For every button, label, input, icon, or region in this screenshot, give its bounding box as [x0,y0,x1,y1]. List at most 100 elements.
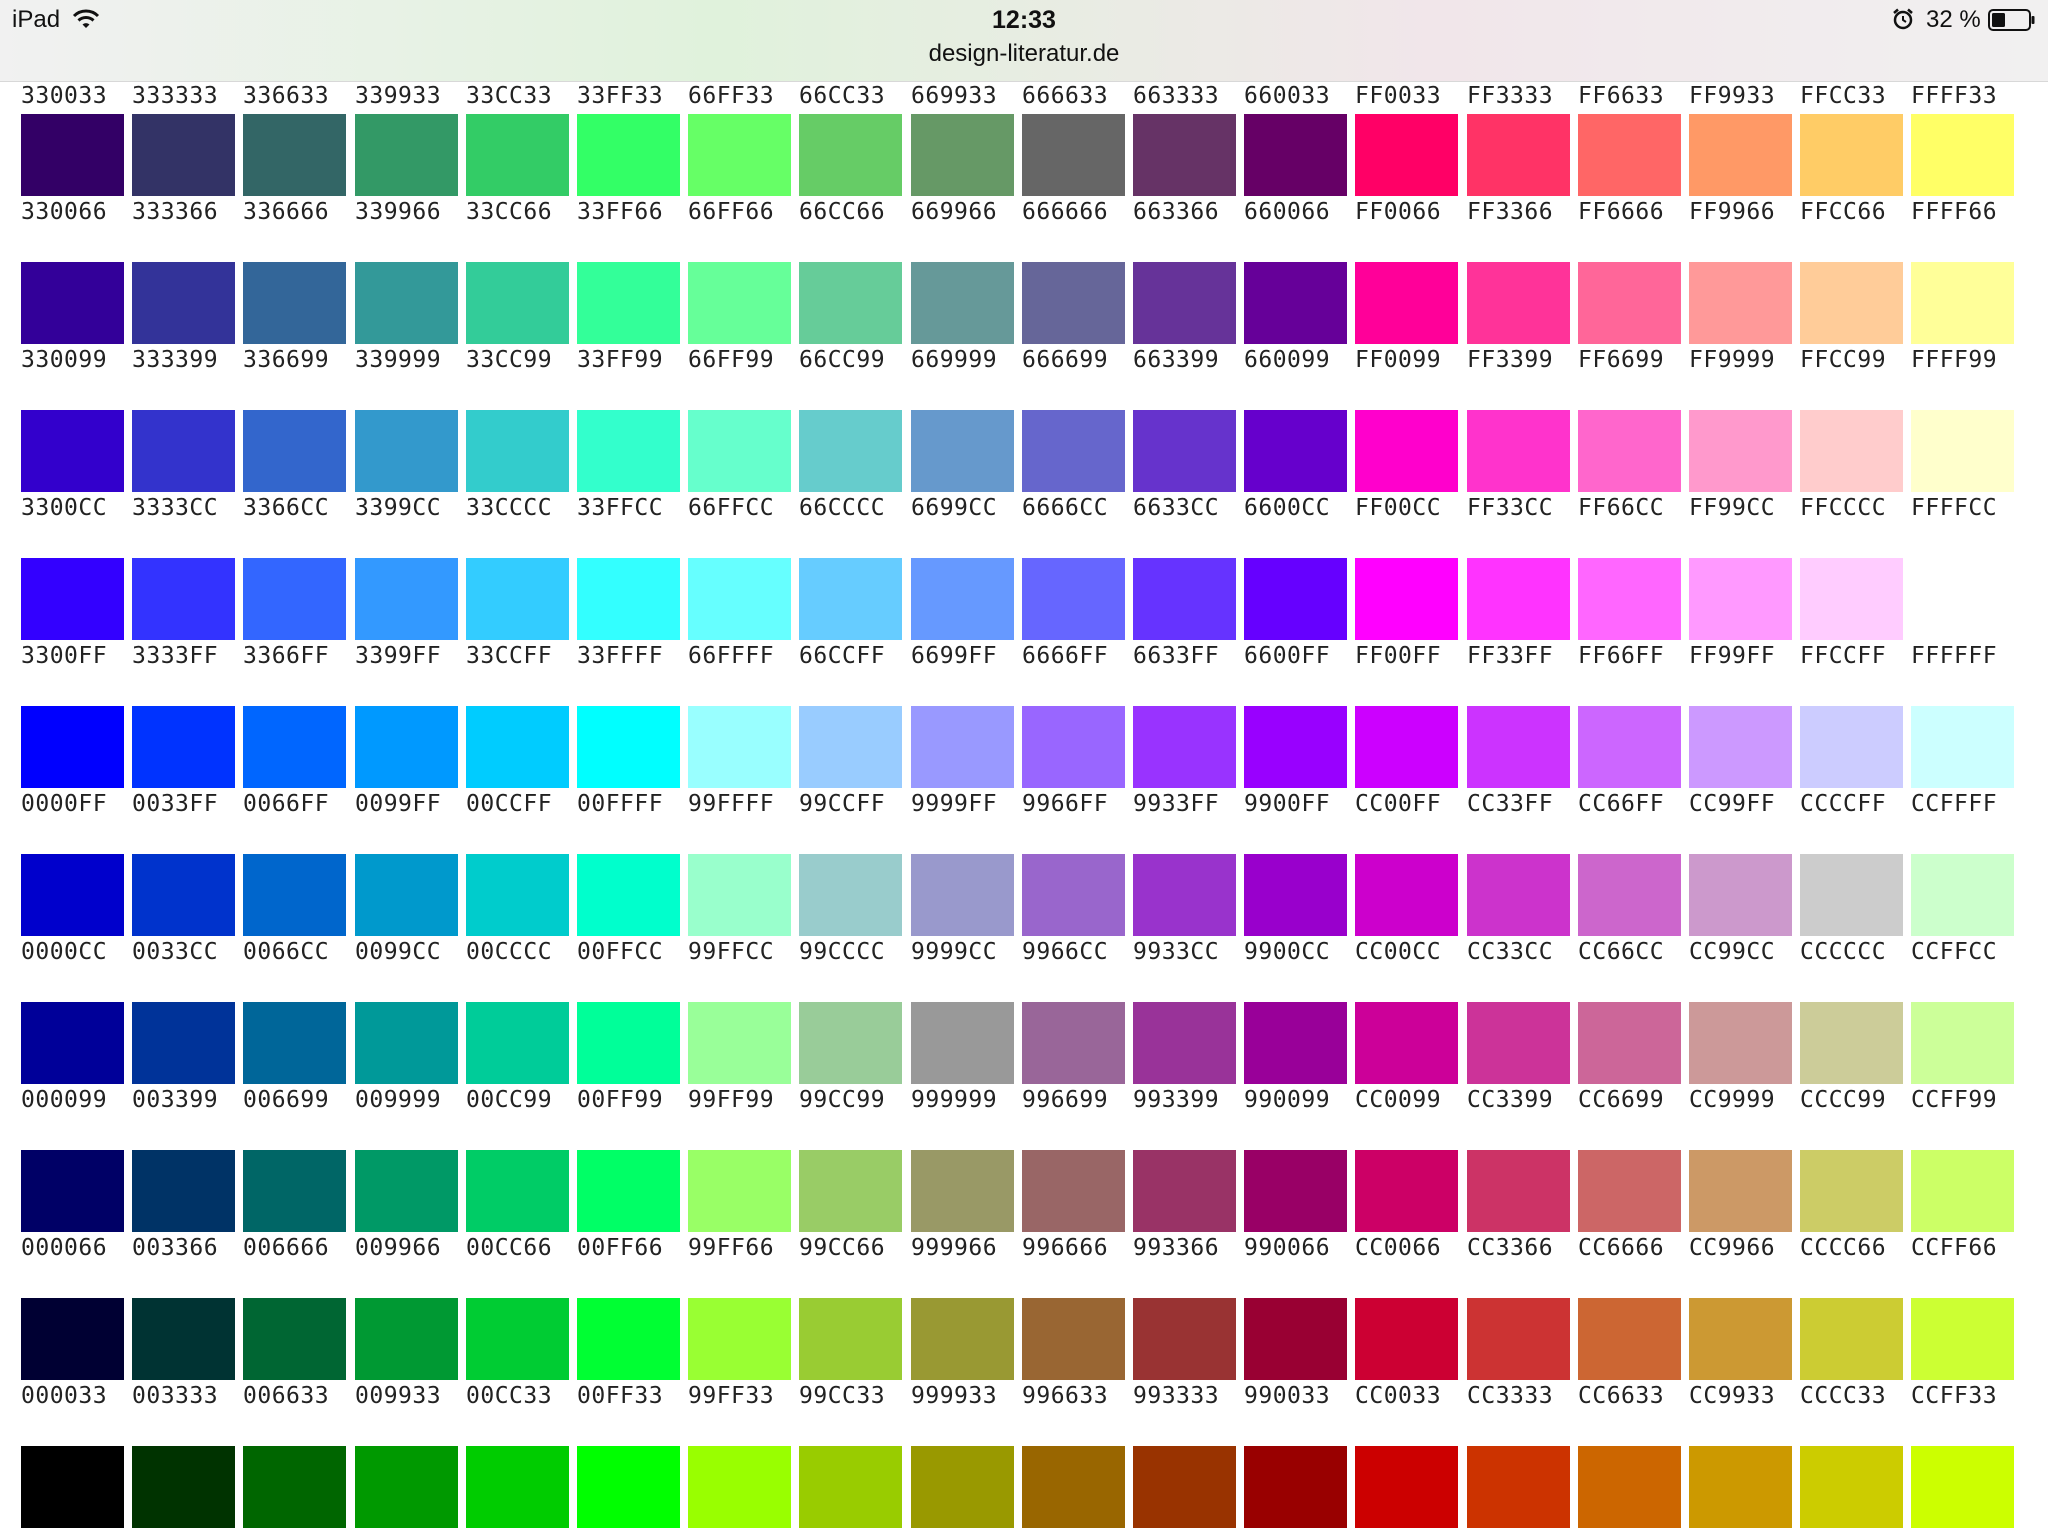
color-hex-label: 3399CC [355,495,442,521]
color-swatch [1578,410,1681,492]
color-swatch [799,1298,902,1380]
color-hex-label: 6666CC [1022,495,1109,521]
color-hex-label: FFCCFF [1800,643,1887,669]
color-cell: 00FF66 [577,1150,688,1298]
palette-row [21,1446,2041,1536]
color-cell: 0099FF [355,706,466,854]
color-hex-label: 999966 [911,1235,998,1261]
color-swatch [1355,262,1458,344]
color-cell: 333399 [132,262,243,410]
color-hex-label: 333399 [132,347,219,373]
color-swatch [688,1002,791,1084]
color-hex-label: FF33CC [1467,495,1554,521]
color-swatch [1800,1150,1903,1232]
color-hex-label: 99FFCC [688,939,775,965]
color-cell: 9999FF [911,706,1022,854]
color-hex-label: FF0099 [1355,347,1442,373]
color-swatch [132,854,235,936]
color-cell: 666633 [1022,82,1133,114]
color-hex-label: CCCC66 [1800,1235,1887,1261]
color-cell: 9999CC [911,854,1022,1002]
color-cell: FF00FF [1355,558,1466,706]
color-swatch [466,1446,569,1528]
color-hex-label: 9999CC [911,939,998,965]
color-hex-label: 00CC99 [466,1087,553,1113]
color-hex-label: 66FF33 [688,83,775,109]
color-cell: 993366 [1133,1150,1244,1298]
color-swatch [1133,114,1236,196]
color-swatch [243,558,346,640]
color-swatch [911,558,1014,640]
color-swatch [1578,1150,1681,1232]
color-cell: 99CCCC [799,854,910,1002]
color-cell: 009999 [355,1002,466,1150]
color-swatch [355,1298,458,1380]
color-cell: FFCC66 [1800,114,1911,262]
color-swatch [1800,1298,1903,1380]
color-hex-label: 6600CC [1244,495,1331,521]
color-hex-label: 663366 [1133,199,1220,225]
color-cell: FFCC99 [1800,262,1911,410]
color-cell: 6600FF [1244,558,1355,706]
color-cell: 006699 [243,1002,354,1150]
color-cell: 666699 [1022,262,1133,410]
color-swatch [1578,706,1681,788]
color-hex-label: FF00CC [1355,495,1442,521]
color-cell [132,1446,243,1536]
palette-row: 0000CC 0033CC 0066CC 0099CC 00CCCC 00FFCC 99FF… [21,854,2041,1002]
color-hex-label: 9933FF [1133,791,1220,817]
color-cell: 99FF66 [688,1150,799,1298]
color-swatch [1133,1002,1236,1084]
color-swatch [1133,1150,1236,1232]
color-swatch [21,706,124,788]
color-swatch [1689,1150,1792,1232]
color-swatch [355,1002,458,1084]
color-swatch [1022,558,1125,640]
color-cell: CCCCCC [1800,854,1911,1002]
color-hex-label: CCCC33 [1800,1383,1887,1409]
color-swatch [1578,114,1681,196]
color-swatch [1578,1298,1681,1380]
color-cell: 33CC99 [466,262,577,410]
color-swatch [1244,410,1347,492]
color-cell: 33FFCC [577,410,688,558]
color-cell: FFCCFF [1800,558,1911,706]
color-hex-label: 3366FF [243,643,330,669]
color-hex-label: FF6633 [1578,83,1665,109]
color-hex-label: 666666 [1022,199,1109,225]
color-cell: CCCC99 [1800,1002,1911,1150]
color-hex-label: CC99FF [1689,791,1776,817]
color-hex-label: CC33FF [1467,791,1554,817]
color-swatch [1244,114,1347,196]
color-cell: 990066 [1244,1150,1355,1298]
color-swatch [799,262,902,344]
color-hex-label: 0000FF [21,791,108,817]
alarm-icon [1893,8,1913,30]
color-hex-label: 66FF66 [688,199,775,225]
color-hex-label: 9966CC [1022,939,1109,965]
palette-row: 330099 333399 336699 339999 33CC99 33FF99 66FF… [21,262,2041,410]
color-swatch [466,1298,569,1380]
color-cell: 66FF33 [688,82,799,114]
color-swatch [243,410,346,492]
color-swatch [577,114,680,196]
color-swatch [911,1002,1014,1084]
palette-row: 330033 333333 336633 339933 33CC33 33FF33 66FF… [21,82,2041,114]
color-cell: CC9966 [1689,1150,1800,1298]
color-cell: 33CCCC [466,410,577,558]
color-hex-label: 66FFCC [688,495,775,521]
color-swatch [1022,1446,1125,1528]
address-bar-url[interactable]: design-literatur.de [0,40,2048,68]
color-swatch [243,706,346,788]
color-swatch [1022,410,1125,492]
color-cell: FF0066 [1355,114,1466,262]
color-cell: 009966 [355,1150,466,1298]
color-swatch [466,410,569,492]
color-swatch [1022,1150,1125,1232]
color-cell: 0000CC [21,854,132,1002]
color-swatch [688,558,791,640]
color-hex-label: FFCC66 [1800,199,1887,225]
color-hex-label: 99CC66 [799,1235,886,1261]
color-cell: CC9933 [1689,1298,1800,1446]
color-cell: 66FFFF [688,558,799,706]
